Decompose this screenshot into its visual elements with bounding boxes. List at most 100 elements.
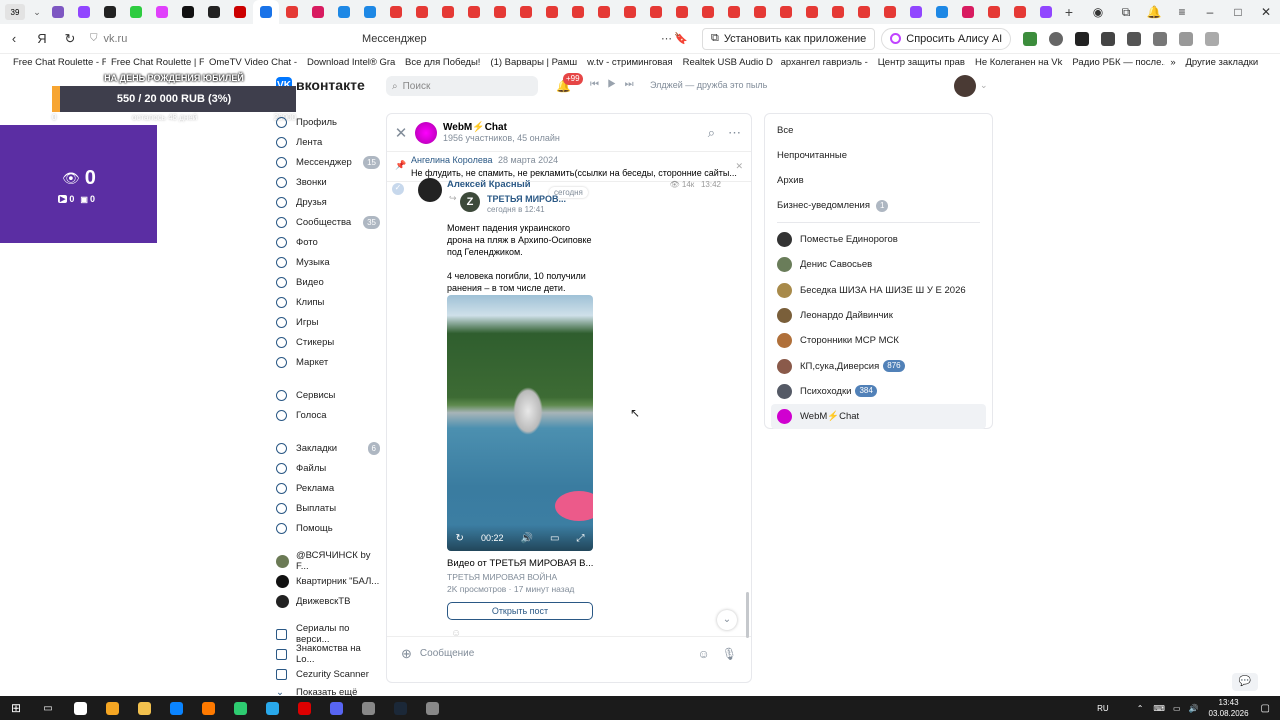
start-icon[interactable]: ⊞ bbox=[0, 696, 32, 720]
reload-icon[interactable]: ↻ bbox=[56, 31, 84, 47]
video-title[interactable]: Видео от ТРЕТЬЯ МИРОВАЯ В... bbox=[447, 558, 593, 569]
menu-icon[interactable]: ≡ bbox=[1168, 5, 1196, 19]
back-icon[interactable]: ‹ bbox=[0, 31, 28, 46]
browser-tab[interactable] bbox=[799, 0, 825, 24]
extension-lightbulb-icon[interactable] bbox=[1127, 31, 1142, 46]
browser-tab[interactable] bbox=[929, 0, 955, 24]
app-item[interactable]: Сериалы по верси... bbox=[276, 623, 380, 645]
network-icon[interactable]: ▭ bbox=[1173, 704, 1181, 713]
extension-translate-icon[interactable] bbox=[1023, 31, 1038, 46]
bookmark-icon[interactable]: 🔖 bbox=[674, 32, 688, 45]
browser-tab[interactable] bbox=[721, 0, 747, 24]
browser-tab[interactable] bbox=[461, 0, 487, 24]
conversation-item[interactable]: Леонардо Дайвинчик bbox=[765, 303, 992, 328]
sidebar-item[interactable]: Голоса bbox=[276, 405, 380, 425]
bookmark-item[interactable]: Realtek USB Audio D bbox=[678, 57, 776, 68]
sidebar-item[interactable]: Видео bbox=[276, 272, 380, 292]
sidebar-item[interactable]: Друзья bbox=[276, 192, 380, 212]
message-input[interactable]: Сообщение bbox=[420, 648, 698, 659]
browser-tab[interactable] bbox=[643, 0, 669, 24]
conversation-item[interactable]: Денис Савосьев bbox=[765, 252, 992, 277]
browser-tab[interactable] bbox=[149, 0, 175, 24]
taskbar-app-icon[interactable] bbox=[352, 696, 384, 720]
sidebar-item[interactable]: Профиль bbox=[276, 112, 380, 132]
emoji-icon[interactable]: ☺ bbox=[698, 647, 710, 661]
browser-tab[interactable] bbox=[955, 0, 981, 24]
scroll-down-icon[interactable]: ⌄ bbox=[717, 610, 737, 630]
browser-tab[interactable] bbox=[201, 0, 227, 24]
notification-center-icon[interactable]: ▢ bbox=[1261, 703, 1270, 714]
reaction-icon[interactable]: ☺ bbox=[451, 628, 461, 639]
extension-media-icon[interactable] bbox=[1075, 31, 1090, 46]
taskbar-app-icon[interactable] bbox=[128, 696, 160, 720]
next-track-icon[interactable]: ⏭ bbox=[625, 79, 634, 90]
browser-tab[interactable] bbox=[71, 0, 97, 24]
browser-tab[interactable] bbox=[409, 0, 435, 24]
conversation-item[interactable]: Поместье Единорогов bbox=[765, 227, 992, 252]
browser-tab[interactable] bbox=[435, 0, 461, 24]
conversation-item[interactable]: Психоходки 384 bbox=[765, 379, 992, 404]
language-indicator[interactable]: RU bbox=[1097, 704, 1109, 713]
browser-tab[interactable] bbox=[175, 0, 201, 24]
maximize-icon[interactable]: □ bbox=[1224, 5, 1252, 19]
browser-tab[interactable] bbox=[123, 0, 149, 24]
browser-tab[interactable] bbox=[877, 0, 903, 24]
bookmark-item[interactable]: Download Intel® Gra bbox=[302, 57, 400, 68]
browser-tab[interactable] bbox=[669, 0, 695, 24]
minimize-icon[interactable]: – bbox=[1196, 5, 1224, 19]
browser-tab[interactable] bbox=[45, 0, 71, 24]
bookmarks-more-chevron[interactable]: » bbox=[1165, 57, 1180, 68]
browser-tab[interactable] bbox=[747, 0, 773, 24]
browser-tab[interactable] bbox=[357, 0, 383, 24]
bookmark-item[interactable]: Все для Победы! bbox=[400, 57, 485, 68]
notifications-icon[interactable]: 🔔 bbox=[1140, 5, 1168, 19]
play-icon[interactable]: ▶ bbox=[607, 79, 616, 90]
browser-tab[interactable] bbox=[773, 0, 799, 24]
extension-pocket-icon[interactable] bbox=[1049, 31, 1064, 46]
attach-icon[interactable]: ⊕ bbox=[401, 646, 412, 662]
url-field[interactable]: ⛉ vk.ru Мессенджер ⋯ 🔖 bbox=[90, 28, 690, 50]
microphone-icon[interactable]: 🎙 bbox=[722, 647, 737, 661]
video-channel[interactable]: ТРЕТЬЯ МИРОВАЯ ВОЙНА bbox=[447, 572, 557, 582]
install-app-button[interactable]: ⧉ Установить как приложение bbox=[702, 27, 876, 50]
filter-tab[interactable]: Непрочитанные bbox=[765, 143, 992, 168]
browser-tab[interactable] bbox=[331, 0, 357, 24]
taskbar-app-icon[interactable] bbox=[256, 696, 288, 720]
bookmark-item[interactable]: Центр защиты прав bbox=[873, 57, 970, 68]
taskbar-app-icon[interactable] bbox=[320, 696, 352, 720]
bookmark-item[interactable]: (1) Варвары | Рамш bbox=[485, 57, 582, 68]
close-window-icon[interactable]: ✕ bbox=[1252, 5, 1280, 19]
previous-track-icon[interactable]: ⏮ bbox=[590, 79, 599, 90]
browser-tab[interactable] bbox=[851, 0, 877, 24]
sidebar-item[interactable]: Маркет bbox=[276, 352, 380, 372]
sidebar-item[interactable]: Музыка bbox=[276, 252, 380, 272]
sidebar-item[interactable]: Реклама bbox=[276, 478, 380, 498]
volume-icon[interactable]: 🔊 bbox=[521, 533, 533, 544]
extension-screenshot-icon[interactable] bbox=[1101, 31, 1116, 46]
search-icon[interactable]: ⌕ bbox=[708, 125, 715, 141]
app-item[interactable]: Cezurity Scanner bbox=[276, 664, 380, 684]
more-icon[interactable]: ⋯ bbox=[728, 125, 741, 141]
volume-icon[interactable]: 🔊 bbox=[1189, 704, 1199, 713]
browser-tab[interactable] bbox=[253, 0, 279, 24]
bookmark-item[interactable]: OmeTV Video Chat - bbox=[204, 57, 302, 68]
bookmark-item[interactable]: w.tv - стриминговая bbox=[582, 57, 678, 68]
conversation-item[interactable]: WebM⚡Chat bbox=[771, 404, 986, 430]
browser-tab[interactable] bbox=[1033, 0, 1059, 24]
browser-tab[interactable] bbox=[591, 0, 617, 24]
conversation-item[interactable]: КП,сука,Диверсия 876 bbox=[765, 353, 992, 378]
sidebar-item[interactable]: Выплаты bbox=[276, 498, 380, 518]
bookmark-item[interactable]: Free Chat Roulette | F bbox=[106, 57, 204, 68]
vk-logo-text[interactable]: вконтакте bbox=[296, 77, 365, 93]
browser-tab[interactable] bbox=[825, 0, 851, 24]
keyboard-icon[interactable]: ⌨ bbox=[1153, 704, 1165, 713]
chevron-up-icon[interactable]: ⌃ bbox=[1137, 704, 1144, 713]
browser-tab[interactable] bbox=[383, 0, 409, 24]
sidebar-item[interactable]: Лента bbox=[276, 132, 380, 152]
video-player[interactable]: ↻ 00:22 🔊 ▭ ⤢ bbox=[447, 295, 593, 551]
fullscreen-icon[interactable]: ⤢ bbox=[576, 533, 584, 544]
extensions-icon[interactable] bbox=[1153, 31, 1168, 46]
pinned-message[interactable]: 📌 Ангелина Королева 28 марта 2024 Не флу… bbox=[387, 152, 751, 182]
app-item[interactable]: Знакомства на Lo... bbox=[276, 643, 380, 665]
filter-tab[interactable]: Бизнес-уведомления 1 bbox=[765, 193, 992, 218]
